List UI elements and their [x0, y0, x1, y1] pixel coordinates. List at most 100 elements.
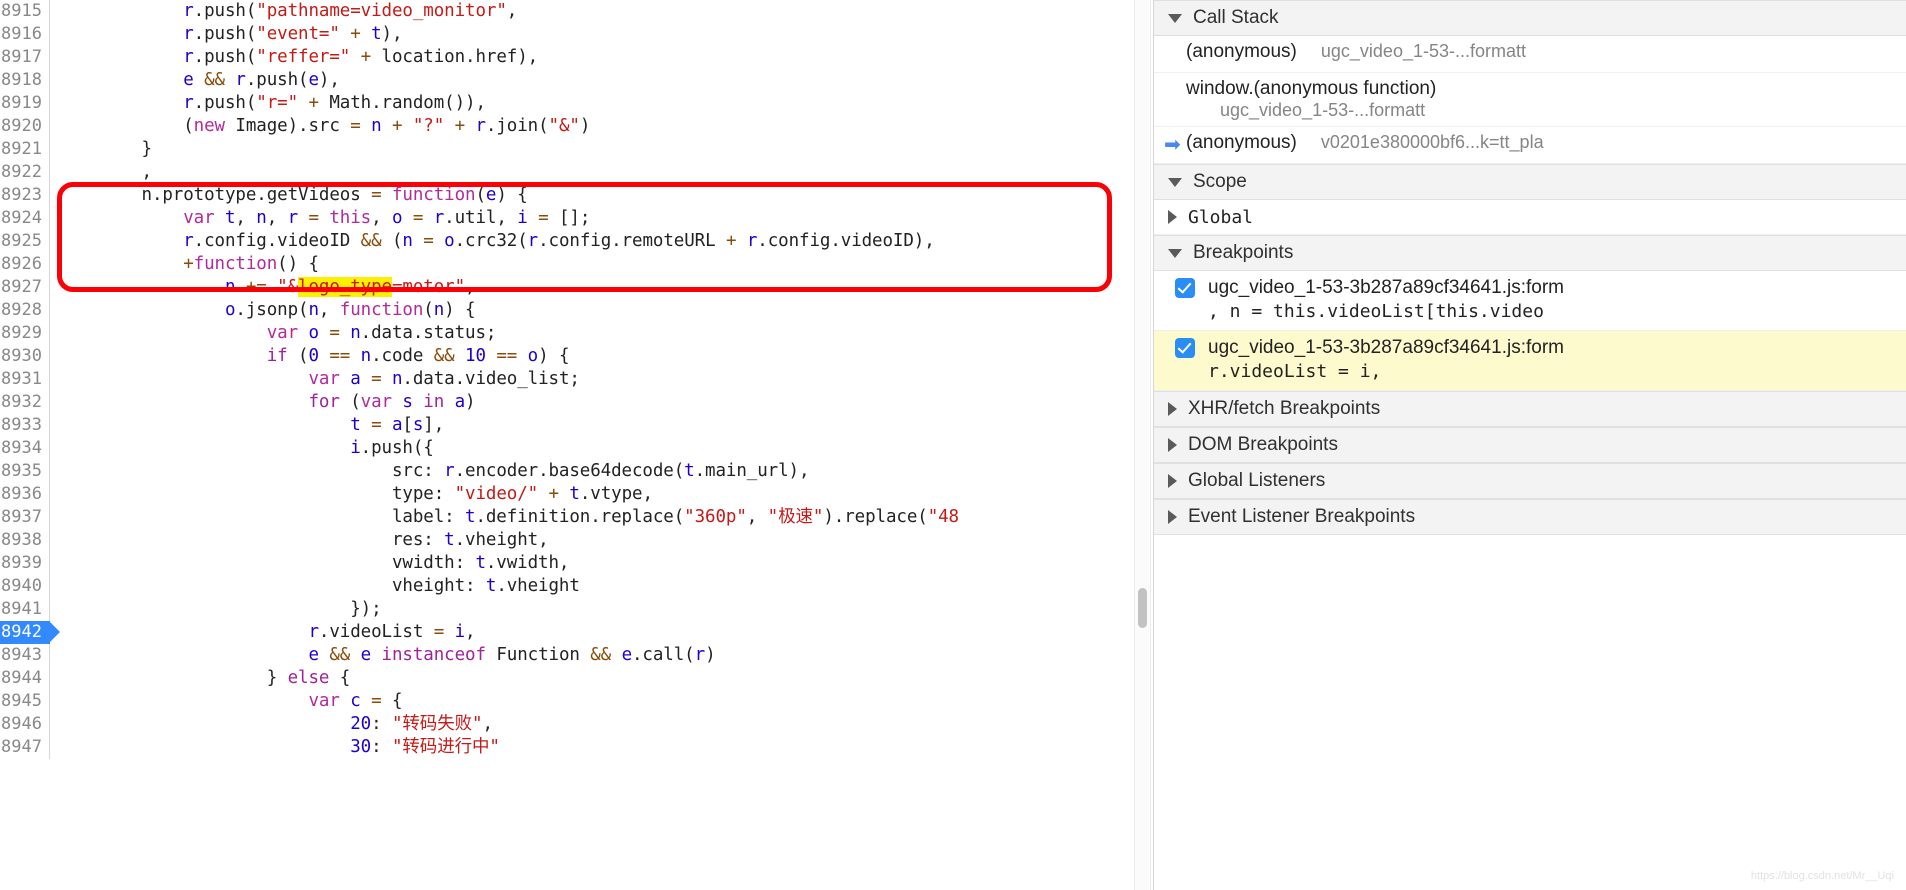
line-number[interactable]: 8926	[0, 253, 50, 276]
call-stack-frame[interactable]: window.(anonymous function) ugc_video_1-5…	[1154, 73, 1906, 127]
code-line[interactable]: 8932 for (var s in a)	[0, 391, 1134, 414]
code-line[interactable]: 8917 r.push("reffer=" + location.href),	[0, 46, 1134, 69]
section-header-dom-breakpoints[interactable]: DOM Breakpoints	[1154, 427, 1906, 463]
code-line[interactable]: 8933 t = a[s],	[0, 414, 1134, 437]
code-line[interactable]: 8940 vheight: t.vheight	[0, 575, 1134, 598]
code-line[interactable]: 8925 r.config.videoID && (n = o.crc32(r.…	[0, 230, 1134, 253]
code-line[interactable]: 8942 r.videoList = i,	[0, 621, 1134, 644]
line-number[interactable]: 8934	[0, 437, 50, 460]
line-number[interactable]: 8940	[0, 575, 50, 598]
code-line[interactable]: 8927 n += "&logo_type=motor",	[0, 276, 1134, 299]
line-number[interactable]: 8930	[0, 345, 50, 368]
scope-item-global[interactable]: Global	[1154, 200, 1906, 235]
code-line[interactable]: 8930 if (0 == n.code && 10 == o) {	[0, 345, 1134, 368]
chevron-right-icon	[1168, 474, 1177, 488]
code-line-text: r.push("reffer=" + location.href),	[183, 47, 539, 67]
code-line[interactable]: 8935 src: r.encoder.base64decode(t.main_…	[0, 460, 1134, 483]
code-line-text: });	[58, 599, 382, 619]
line-number[interactable]: 8947	[0, 736, 50, 759]
editor-scrollbar-thumb[interactable]	[1138, 588, 1147, 628]
line-number[interactable]: 8923	[0, 184, 50, 207]
line-number[interactable]: 8941	[0, 598, 50, 621]
line-number[interactable]: 8933	[0, 414, 50, 437]
code-line[interactable]: 8928 o.jsonp(n, function(n) {	[0, 299, 1134, 322]
section-header-scope[interactable]: Scope	[1154, 164, 1906, 200]
code-line[interactable]: 8918 e && r.push(e),	[0, 69, 1134, 92]
line-number[interactable]: 8917	[0, 46, 50, 69]
code-lines-container: 8915 r.push("pathname=video_monitor", 891…	[0, 0, 1134, 759]
code-line[interactable]: 8923 n.prototype.getVideos = function(e)…	[0, 184, 1134, 207]
line-number[interactable]: 8936	[0, 483, 50, 506]
line-number[interactable]: 8924	[0, 207, 50, 230]
scope-item-label: Global	[1188, 206, 1254, 228]
breakpoint-checkbox[interactable]	[1175, 278, 1195, 298]
section-title: Global Listeners	[1188, 470, 1326, 491]
code-line[interactable]: 8934 i.push({	[0, 437, 1134, 460]
code-line[interactable]: 8945 var c = {	[0, 690, 1134, 713]
line-number[interactable]: 8918	[0, 69, 50, 92]
code-line[interactable]: 8931 var a = n.data.video_list;	[0, 368, 1134, 391]
code-line-text: res: t.vheight,	[58, 530, 549, 550]
code-line[interactable]: 8947 30: "转码进行中"	[0, 736, 1134, 759]
code-line[interactable]: 8941 });	[0, 598, 1134, 621]
code-line[interactable]: 8936 type: "video/" + t.vtype,	[0, 483, 1134, 506]
line-number[interactable]: 8939	[0, 552, 50, 575]
code-line[interactable]: 8915 r.push("pathname=video_monitor",	[0, 0, 1134, 23]
code-line[interactable]: 8944 } else {	[0, 667, 1134, 690]
code-line-text: r.videoList = i,	[308, 622, 476, 642]
line-number[interactable]: 8927	[0, 276, 50, 299]
code-line[interactable]: 8943 e && e instanceof Function && e.cal…	[0, 644, 1134, 667]
line-number[interactable]: 8922	[0, 161, 50, 184]
code-line[interactable]: 8921 }	[0, 138, 1134, 161]
code-line[interactable]: 8916 r.push("event=" + t),	[0, 23, 1134, 46]
breakpoint-item[interactable]: ugc_video_1-53-3b287a89cf34641.js:form r.…	[1154, 331, 1906, 391]
code-line[interactable]: 8938 res: t.vheight,	[0, 529, 1134, 552]
code-line[interactable]: 8919 r.push("r=" + Math.random()),	[0, 92, 1134, 115]
line-number[interactable]: 8925	[0, 230, 50, 253]
line-number[interactable]: 8928	[0, 299, 50, 322]
section-header-event-listener-breakpoints[interactable]: Event Listener Breakpoints	[1154, 499, 1906, 535]
line-number[interactable]: 8915	[0, 0, 50, 23]
line-number[interactable]: 8929	[0, 322, 50, 345]
editor-vertical-scrollbar[interactable]	[1134, 0, 1151, 890]
line-number[interactable]: 8937	[0, 506, 50, 529]
line-number[interactable]: 8916	[0, 23, 50, 46]
line-number[interactable]: 8938	[0, 529, 50, 552]
code-line-text: e && r.push(e),	[183, 70, 340, 90]
call-stack-frame-name: window.(anonymous function)	[1186, 78, 1437, 99]
line-number[interactable]: 8935	[0, 460, 50, 483]
code-line-text: r.push("r=" + Math.random()),	[183, 93, 486, 113]
code-line-text: r.config.videoID && (n = o.crc32(r.confi…	[183, 231, 935, 251]
code-line[interactable]: 8926 +function() {	[0, 253, 1134, 276]
line-number[interactable]: 8932	[0, 391, 50, 414]
line-number[interactable]: 8931	[0, 368, 50, 391]
code-line-text: } else {	[58, 668, 351, 688]
chevron-down-icon	[1168, 177, 1182, 187]
code-line[interactable]: 8939 vwidth: t.vwidth,	[0, 552, 1134, 575]
code-line[interactable]: 8924 var t, n, r = this, o = r.util, i =…	[0, 207, 1134, 230]
current-frame-arrow-icon: ➡	[1164, 134, 1181, 156]
call-stack-frame[interactable]: ➡ (anonymous) v0201e380000bf6...k=tt_pla	[1154, 127, 1906, 164]
section-header-global-listeners[interactable]: Global Listeners	[1154, 463, 1906, 499]
breakpoint-item[interactable]: ugc_video_1-53-3b287a89cf34641.js:form , …	[1154, 271, 1906, 331]
breakpoints-title: Breakpoints	[1193, 242, 1294, 263]
section-header-xhr-fetch-breakpoints[interactable]: XHR/fetch Breakpoints	[1154, 391, 1906, 427]
line-number[interactable]: 8919	[0, 92, 50, 115]
line-number[interactable]: 8946	[0, 713, 50, 736]
breakpoint-checkbox[interactable]	[1175, 338, 1195, 358]
line-number[interactable]: 8920	[0, 115, 50, 138]
code-editor[interactable]: 8915 r.push("pathname=video_monitor", 891…	[0, 0, 1134, 890]
line-number[interactable]: 8943	[0, 644, 50, 667]
code-line[interactable]: 8946 20: "转码失败",	[0, 713, 1134, 736]
call-stack-frame[interactable]: (anonymous) ugc_video_1-53-...formatt	[1154, 36, 1906, 73]
line-number[interactable]: 8942	[0, 621, 60, 644]
line-number[interactable]: 8945	[0, 690, 50, 713]
code-line[interactable]: 8920 (new Image).src = n + "?" + r.join(…	[0, 115, 1134, 138]
code-line[interactable]: 8937 label: t.definition.replace("360p",…	[0, 506, 1134, 529]
code-line[interactable]: 8922 ,	[0, 161, 1134, 184]
code-line[interactable]: 8929 var o = n.data.status;	[0, 322, 1134, 345]
section-header-call-stack[interactable]: Call Stack	[1154, 0, 1906, 36]
section-header-breakpoints[interactable]: Breakpoints	[1154, 235, 1906, 271]
line-number[interactable]: 8944	[0, 667, 50, 690]
line-number[interactable]: 8921	[0, 138, 50, 161]
